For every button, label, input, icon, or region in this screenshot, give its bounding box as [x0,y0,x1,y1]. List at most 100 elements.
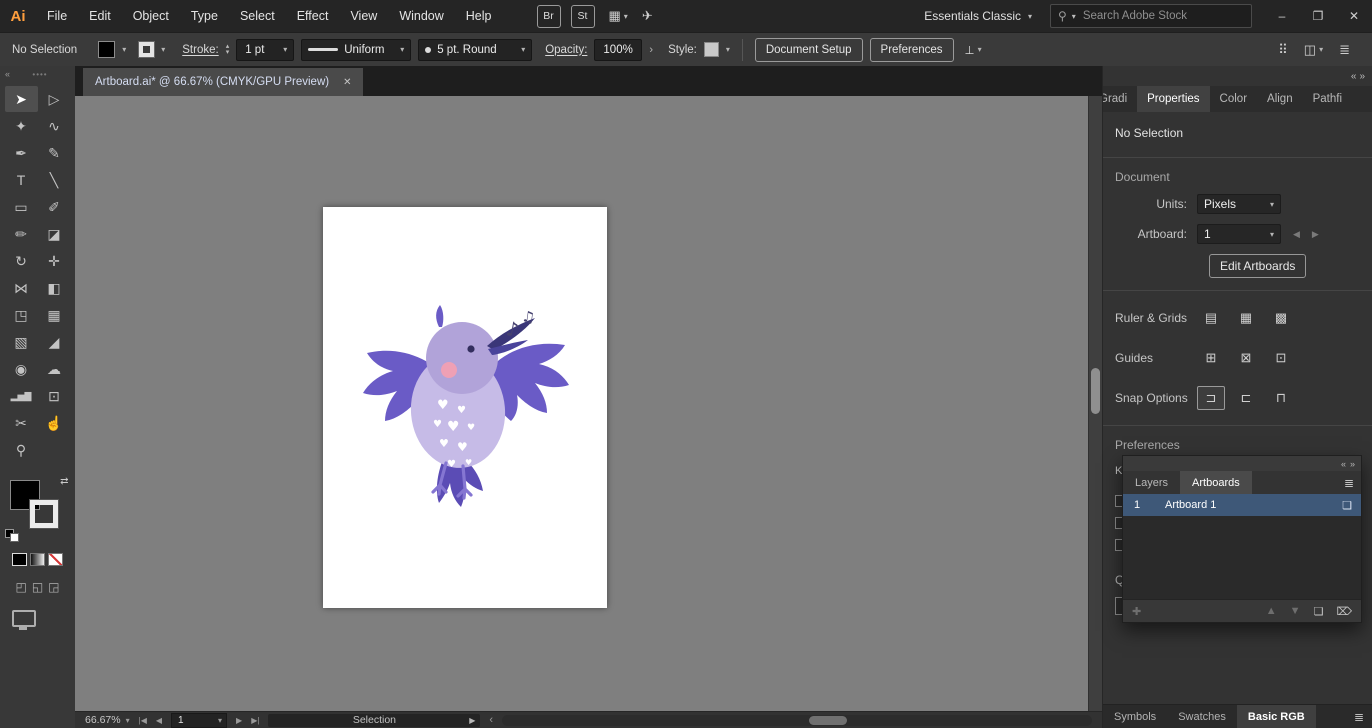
collapse-panel-icon[interactable]: « [1341,459,1346,469]
vertical-scrollbar[interactable] [1088,96,1102,711]
opacity-field[interactable] [594,38,643,61]
draw-behind-icon[interactable]: ◱ [32,580,43,594]
tab-symbols[interactable]: Symbols [1103,705,1167,728]
artboard-tool[interactable]: ⊡ [38,383,71,409]
draw-normal-icon[interactable]: ◰ [15,580,26,594]
search-input[interactable] [1080,9,1217,23]
tab-artboards[interactable]: Artboards [1180,471,1252,494]
panel-options-dropdown[interactable]: ◫ ▾ [1304,42,1323,58]
artboard-nav-field[interactable]: ▾ [171,712,228,728]
default-fill-stroke-icon[interactable] [4,529,19,542]
gradient-tool[interactable]: ▧ [5,329,38,355]
delete-artboard-icon[interactable]: ⌦ [1336,605,1352,618]
direct-selection-tool[interactable]: ▷ [38,86,71,112]
tab-swatches[interactable]: Swatches [1167,705,1237,728]
grid-dots-icon[interactable]: ⠿ [1278,42,1288,58]
slice-tool[interactable]: ✂ [5,410,38,436]
artboard-dropdown[interactable]: 1 ▾ [1197,224,1281,244]
stock-button[interactable]: St [570,4,595,28]
first-artboard-icon[interactable]: |◀ [139,716,147,725]
eraser-tool[interactable]: ◪ [38,221,71,247]
paintbrush-tool[interactable]: ✐ [38,194,71,220]
grid-icon[interactable]: ▦ [1232,306,1260,330]
document-tab[interactable]: Artboard.ai* @ 66.67% (CMYK/GPU Preview)… [83,68,364,96]
stroke-weight-label[interactable]: Stroke: [182,44,218,56]
menu-select[interactable]: Select [229,0,286,32]
tab-basic-rgb[interactable]: Basic RGB [1236,705,1316,728]
show-guides-icon[interactable]: ⊞ [1197,346,1225,370]
share-button[interactable]: ✈ [642,8,653,24]
scroll-left-icon[interactable]: ‹ [489,714,493,726]
chevron-down-icon[interactable]: ▾ [122,45,126,54]
menu-edit[interactable]: Edit [78,0,122,32]
draw-inside-icon[interactable]: ◲ [48,580,59,594]
perspective-grid-tool[interactable]: ◳ [5,302,38,328]
eyedropper-tool[interactable]: ◢ [38,329,71,355]
document-setup-button[interactable]: Document Setup [754,37,863,62]
pixel-grid-icon[interactable]: ▩ [1267,306,1295,330]
menu-help[interactable]: Help [455,0,503,32]
none-button[interactable] [48,553,63,566]
screen-mode-icon[interactable] [12,610,36,630]
panel-menu-icon[interactable]: ≣ [1344,471,1361,494]
shape-builder-tool[interactable]: ◧ [38,275,71,301]
move-up-icon[interactable]: ▲ [1266,605,1277,617]
snap-to-grid-icon[interactable]: ⊐ [1197,386,1225,410]
next-artboard-icon[interactable]: ▶ [236,716,242,725]
stroke-weight-field[interactable]: ▾ [236,38,295,61]
rearrange-artboards-icon[interactable]: ✚ [1132,605,1141,618]
artboard-page-icon[interactable]: ❏ [1342,499,1361,512]
chevron-down-icon[interactable]: ▾ [726,45,730,54]
units-dropdown[interactable]: Pixels ▾ [1197,194,1281,214]
new-artboard-icon[interactable]: ❏ [1314,605,1324,618]
menu-window[interactable]: Window [388,0,454,32]
opacity-label[interactable]: Opacity: [545,44,587,56]
tab-properties[interactable]: Properties [1137,86,1210,112]
move-down-icon[interactable]: ▼ [1290,605,1301,617]
panel-menu-icon[interactable]: ≣ [1354,710,1372,724]
bridge-button[interactable]: Br [536,4,561,28]
tab-pathfinder[interactable]: Pathfi [1303,86,1352,112]
chevron-down-icon[interactable]: ▾ [161,45,165,54]
make-guides-icon[interactable]: ⊡ [1267,346,1295,370]
snap-to-pixel-icon[interactable]: ⊏ [1232,386,1260,410]
last-artboard-icon[interactable]: ▶| [251,716,259,725]
toolbar-grip[interactable]: •••• [32,70,47,79]
rotate-tool[interactable]: ↻ [5,248,38,274]
swap-fill-stroke-icon[interactable]: ⇄ [60,476,68,487]
selection-tool[interactable]: ➤ [4,86,38,112]
stroke-weight-stepper[interactable]: ▴ ▾ [226,43,230,56]
close-tab-icon[interactable]: ✕ [343,77,351,88]
color-button[interactable] [12,553,27,566]
preferences-button[interactable]: Preferences [869,37,954,62]
opacity-flyout-icon[interactable]: › [649,44,653,56]
type-tool[interactable]: T [5,167,38,193]
ruler-icon[interactable]: ▤ [1197,306,1225,330]
column-graph-tool[interactable]: ▂▅▇ [5,383,38,409]
rectangle-tool[interactable]: ▭ [5,194,38,220]
adobe-stock-search[interactable]: ⚲ ▾ [1050,4,1252,28]
collapse-toolbar-icon[interactable]: « [5,69,10,79]
opacity-input[interactable] [601,42,636,57]
arrange-documents-button[interactable]: ▦ ▾ [609,8,628,24]
edit-artboards-button[interactable]: Edit Artboards [1209,254,1307,278]
vertical-scrollbar-thumb[interactable] [1091,368,1100,414]
menu-file[interactable]: File [36,0,78,32]
free-transform-tool[interactable]: ✛ [38,248,71,274]
artboard-row[interactable]: 1 Artboard 1 ❏ [1123,494,1361,516]
snap-to-point-icon[interactable]: ⊓ [1267,386,1295,410]
canvas[interactable]: ♥ ♥ ♥ ♥ ♥ ♥ ♥ ♥ ♥ ♪ ♫ [75,96,1102,711]
line-segment-tool[interactable]: ╲ [38,167,71,193]
chevron-down-icon[interactable]: ▾ [283,45,287,54]
status-display-dropdown[interactable]: Selection ▶ [268,713,481,727]
horizontal-scrollbar[interactable] [502,714,1092,726]
tab-color[interactable]: Color [1210,86,1257,112]
pen-tool[interactable]: ✒ [5,140,38,166]
workspace-switcher[interactable]: Essentials Classic ▾ [924,9,1032,23]
menu-type[interactable]: Type [180,0,229,32]
zoom-dropdown[interactable]: 66.67% ▾ [85,714,130,726]
curvature-tool[interactable]: ✎ [38,140,71,166]
tab-layers[interactable]: Layers [1123,471,1180,494]
tab-gradient[interactable]: Gradi [1103,86,1137,112]
fill-color-swatch[interactable] [98,41,116,58]
